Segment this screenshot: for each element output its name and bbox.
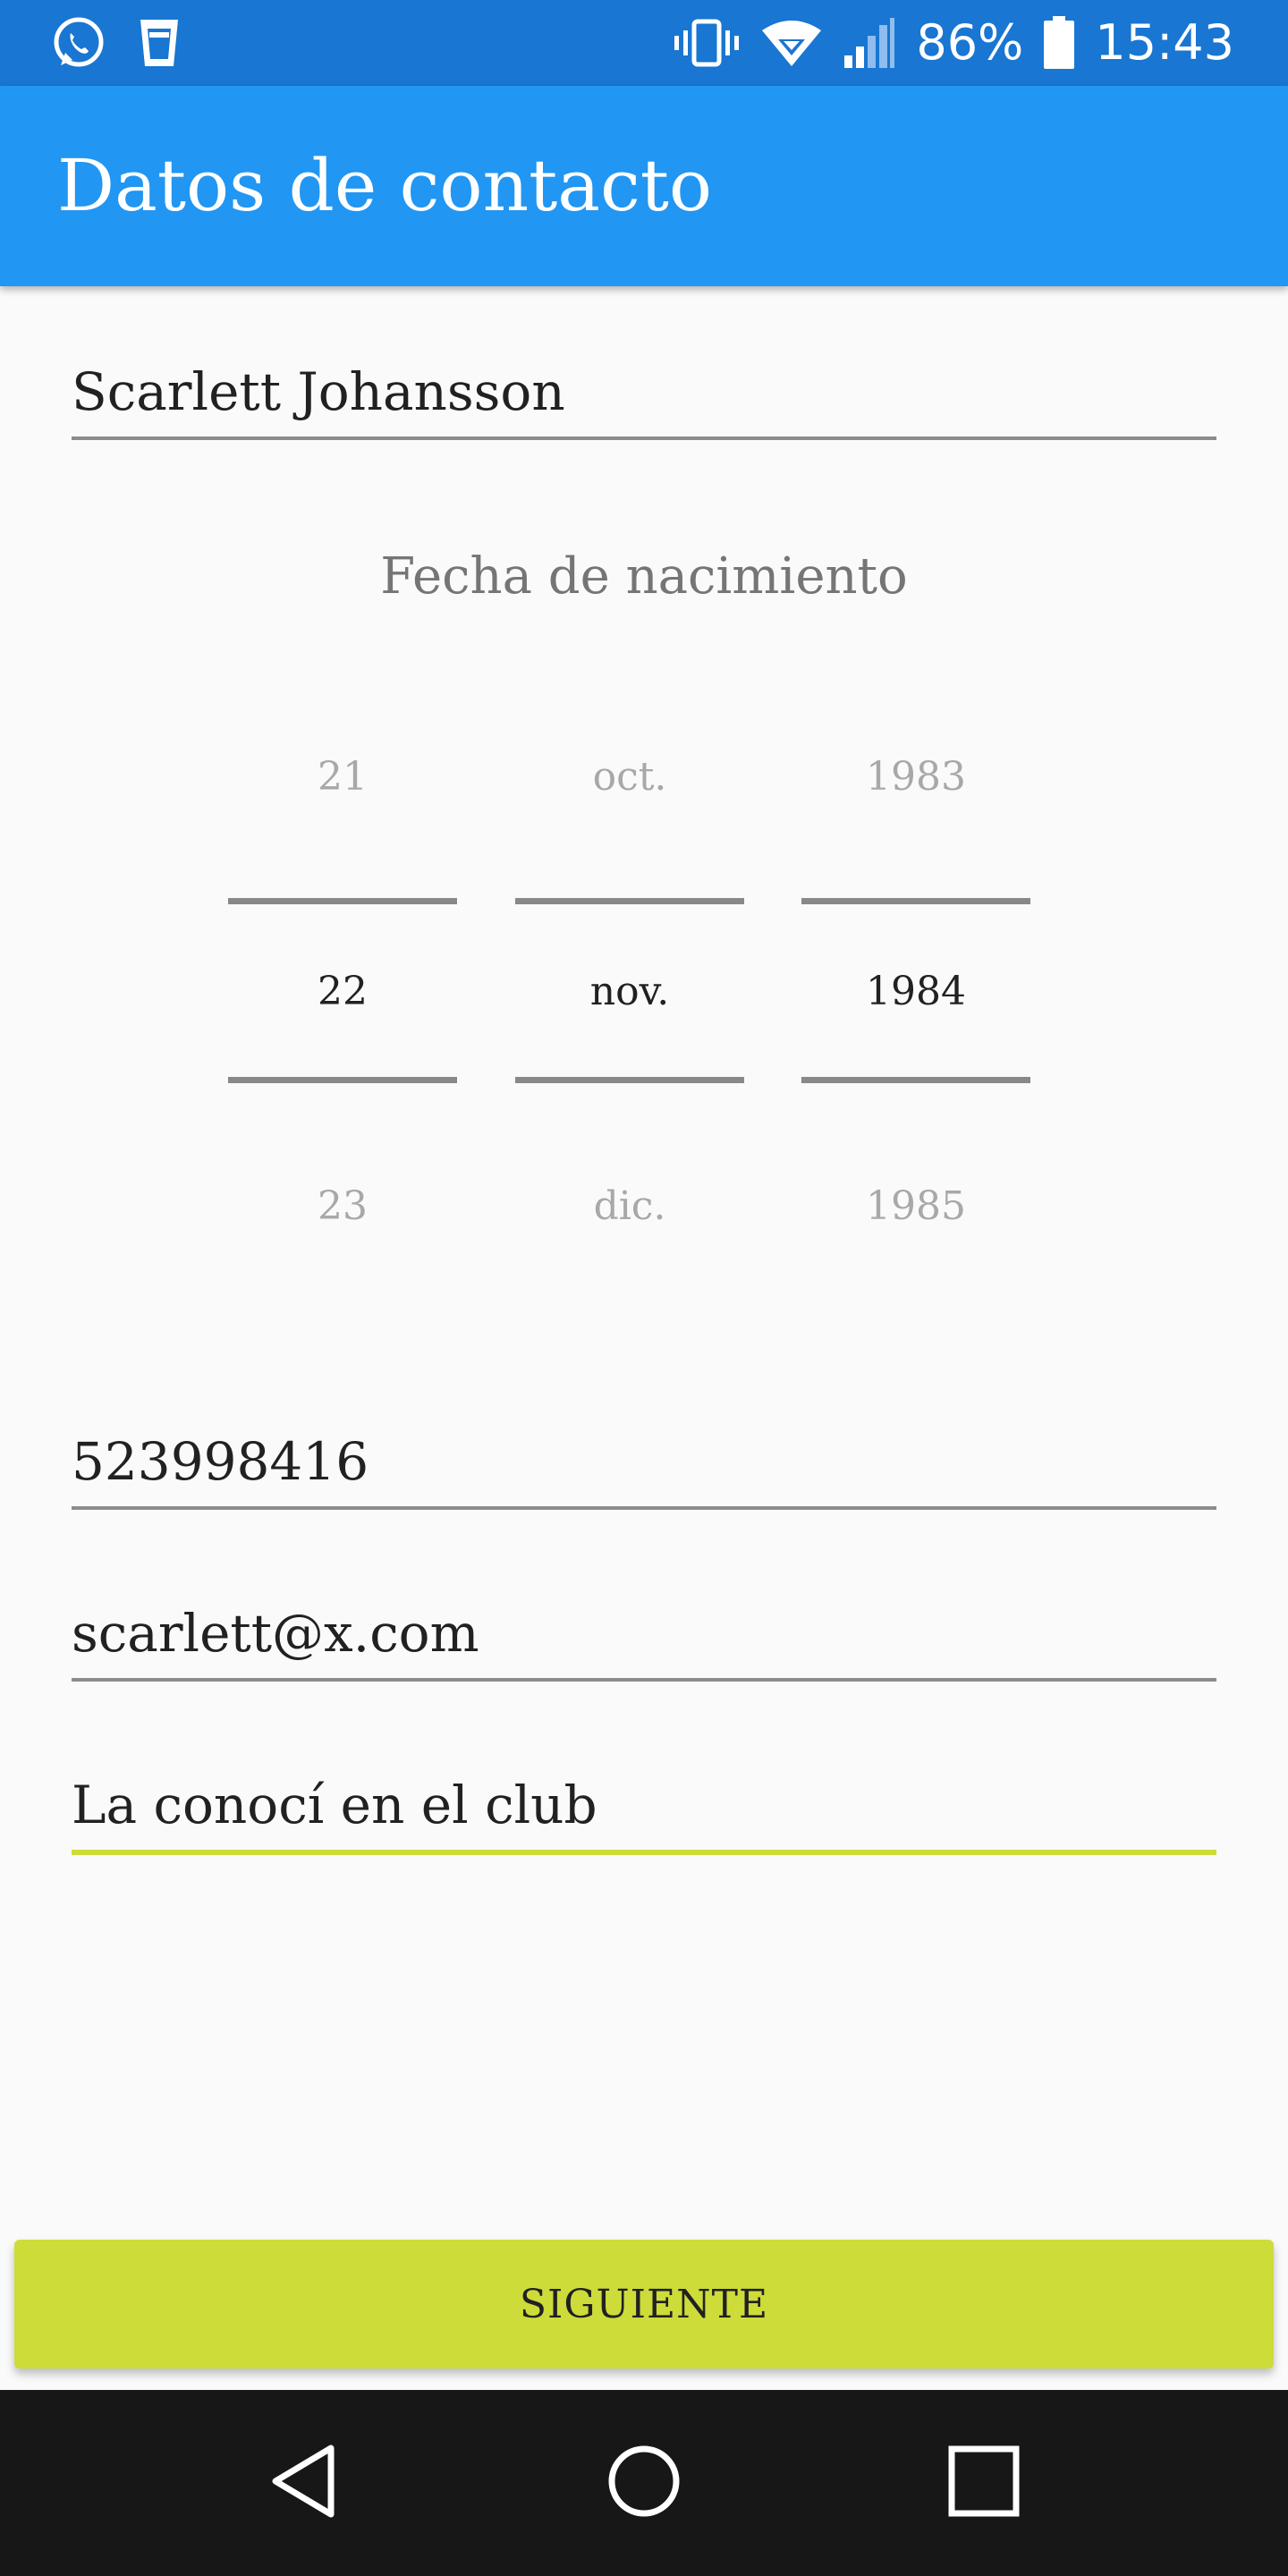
day-picker[interactable]: 21 22 23 [228, 733, 457, 1234]
vibrate-icon [673, 18, 741, 68]
day-selected-option[interactable]: 22 [228, 972, 457, 1012]
next-button[interactable]: SIGUIENTE [14, 2240, 1274, 2368]
month-prev-option[interactable]: oct. [515, 758, 744, 797]
recents-button[interactable] [894, 2390, 1073, 2576]
status-bar-left [50, 0, 181, 86]
notes-underline [72, 1849, 1216, 1855]
signal-icon [843, 16, 896, 70]
day-divider-bottom [228, 1077, 457, 1083]
month-divider-top [515, 898, 744, 904]
notes-field[interactable]: La conocí en el club [72, 1775, 1216, 1855]
home-icon [606, 2444, 682, 2522]
status-bar-right: 86% 15:43 [673, 0, 1234, 86]
day-next-option[interactable]: 23 [228, 1187, 457, 1226]
month-next-option[interactable]: dic. [515, 1187, 744, 1226]
month-divider-bottom [515, 1077, 744, 1083]
whatsapp-icon [50, 14, 107, 72]
month-selected-option[interactable]: nov. [515, 972, 744, 1012]
phone-field[interactable]: 523998416 [72, 1431, 1216, 1510]
birth-date-label: Fecha de nacimiento [380, 547, 908, 606]
year-divider-top [801, 898, 1030, 904]
wifi-icon [760, 18, 823, 68]
phone-underline [72, 1505, 1216, 1510]
day-divider-top [228, 898, 457, 904]
name-field[interactable]: Scarlett Johansson [72, 361, 1216, 440]
battery-percent: 86% [916, 14, 1024, 71]
glass-icon [138, 16, 181, 70]
year-next-option[interactable]: 1985 [801, 1187, 1030, 1226]
back-button[interactable] [215, 2390, 394, 2576]
next-button-label: SIGUIENTE [519, 2281, 769, 2327]
home-button[interactable] [555, 2390, 733, 2576]
year-divider-bottom [801, 1077, 1030, 1083]
name-value[interactable]: Scarlett Johansson [72, 361, 1216, 436]
back-icon [268, 2443, 340, 2523]
email-field[interactable]: scarlett@x.com [72, 1603, 1216, 1682]
name-underline [72, 436, 1216, 440]
email-underline [72, 1677, 1216, 1682]
notes-value[interactable]: La conocí en el club [72, 1775, 1216, 1850]
app-bar: Datos de contacto [0, 86, 1288, 286]
day-prev-option[interactable]: 21 [228, 758, 457, 797]
phone-value[interactable]: 523998416 [72, 1431, 1216, 1506]
year-prev-option[interactable]: 1983 [801, 758, 1030, 797]
year-picker[interactable]: 1983 1984 1985 [801, 733, 1030, 1234]
status-bar: 86% 15:43 [0, 0, 1288, 86]
page-title: Datos de contacto [57, 144, 713, 227]
recents-icon [948, 2445, 1020, 2521]
year-selected-option[interactable]: 1984 [801, 972, 1030, 1012]
month-picker[interactable]: oct. nov. dic. [515, 733, 744, 1234]
navigation-bar [0, 2390, 1288, 2576]
email-value[interactable]: scarlett@x.com [72, 1603, 1216, 1678]
clock: 15:43 [1095, 14, 1234, 71]
battery-icon [1043, 16, 1075, 70]
